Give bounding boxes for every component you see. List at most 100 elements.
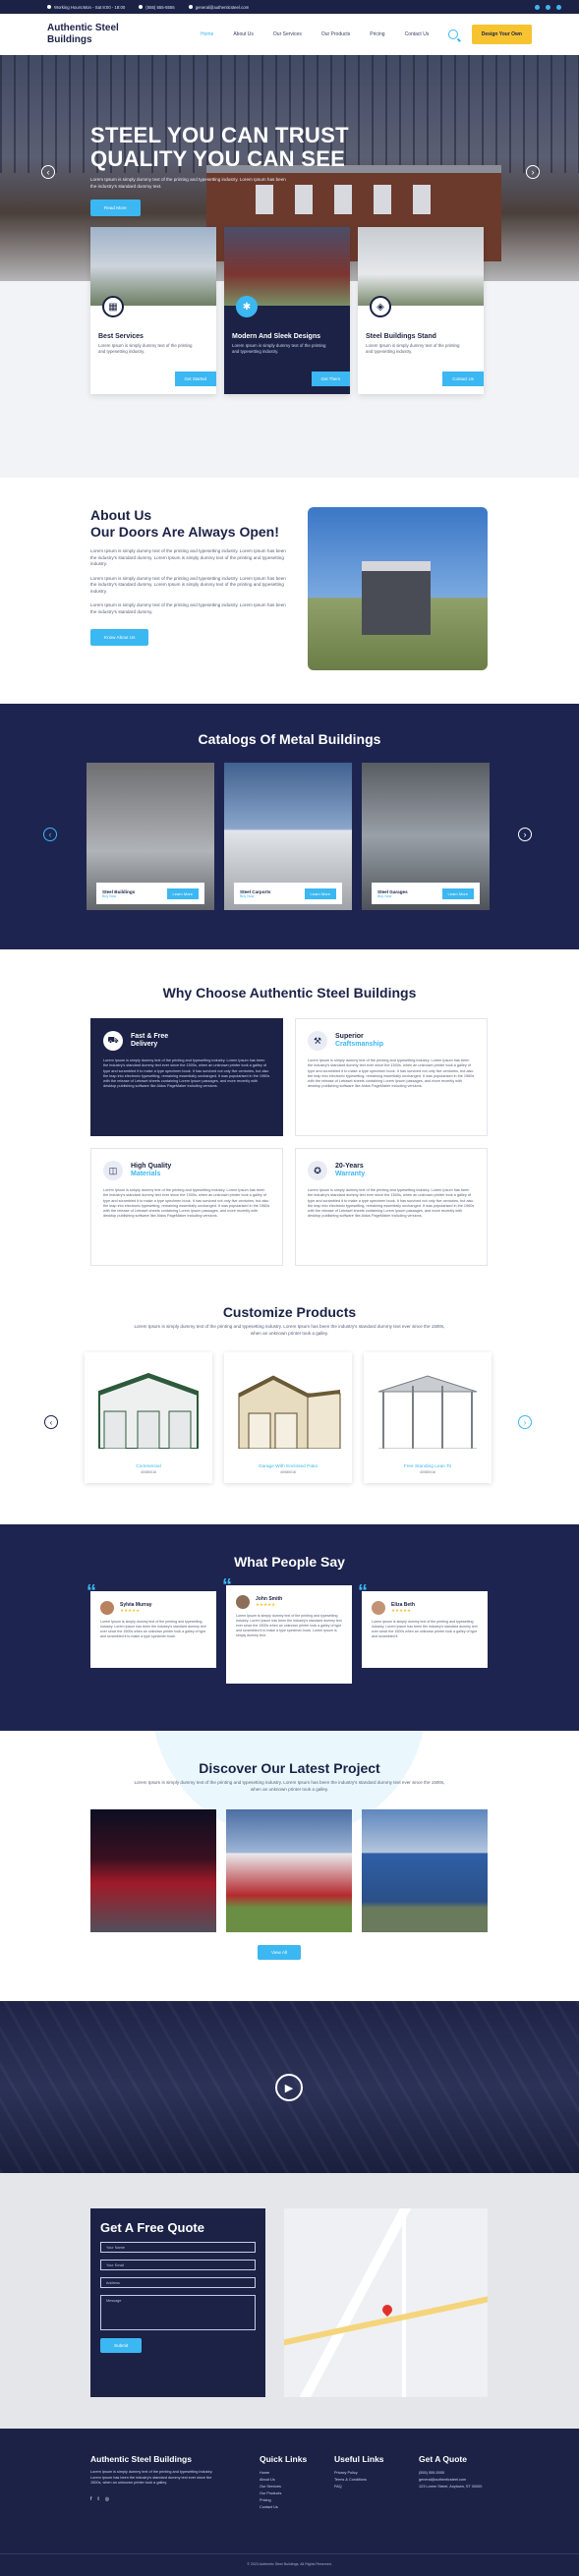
design-your-own-button[interactable]: Design Your Own — [471, 25, 532, 44]
why-card-text: Lorem Ipsum is simply dummy text of the … — [103, 1059, 270, 1089]
nav-pricing[interactable]: Pricing — [370, 31, 384, 37]
catalog-label: Steel Garages Buy Now Learn More — [372, 883, 480, 904]
service-image — [358, 227, 484, 306]
avatar — [372, 1601, 385, 1615]
facebook-icon[interactable]: f — [90, 2496, 91, 2502]
project-image[interactable] — [90, 1809, 216, 1932]
message-field[interactable]: Message — [100, 2295, 256, 2330]
view-all-button[interactable]: View All — [258, 1945, 302, 1960]
footer-link[interactable]: Our Services — [260, 2484, 307, 2490]
phone-item[interactable]: (555) 555-5555 — [139, 5, 175, 10]
service-card: ▦ Best Services Lorem Ipsum is simply du… — [90, 227, 216, 394]
product-card[interactable]: Garage With Enclosed Patio 40X80X16 — [224, 1352, 352, 1483]
why-card-title: Superior — [335, 1033, 364, 1040]
know-about-us-button[interactable]: Know About Us — [90, 629, 149, 646]
map-pin-icon — [379, 2302, 395, 2318]
get-them-button[interactable]: Get Them — [311, 372, 350, 386]
get-started-button[interactable]: Get Started — [174, 372, 216, 386]
location-map[interactable] — [284, 2208, 488, 2397]
quote-icon: “ — [87, 1581, 96, 1603]
testimonial-meta: John Smith ★★★★★ — [256, 1596, 282, 1608]
footer-quote-col: Get A Quote (555) 555-5555 general@authe… — [419, 2454, 492, 2490]
hero-next-arrow-icon[interactable]: › — [526, 165, 540, 179]
footer-phone[interactable]: (555) 555-5555 — [419, 2470, 492, 2477]
catalog-label: Steel Carports Buy Now Learn More — [234, 883, 342, 904]
hero-read-more-button[interactable]: Read More — [90, 200, 141, 216]
footer-link[interactable]: Pricing — [260, 2497, 307, 2504]
submit-button[interactable]: Submit — [100, 2338, 143, 2353]
products-prev-arrow-icon[interactable]: ‹ — [44, 1415, 58, 1429]
map-road — [402, 2208, 406, 2397]
footer-quick-list: Home About Us Our Services Our Products … — [260, 2470, 307, 2511]
play-icon[interactable]: ▶ — [275, 2074, 303, 2101]
catalog-label-text: Steel Buildings Buy Now — [102, 889, 135, 898]
learn-more-button[interactable]: Learn More — [304, 887, 336, 899]
catalog-card[interactable]: Steel Buildings Buy Now Learn More — [87, 763, 214, 910]
footer-link[interactable]: About Us — [260, 2477, 307, 2484]
hours-item: Working Hours:Mon - Sat 8:00 - 18:00 — [47, 5, 125, 10]
instagram-icon[interactable] — [556, 4, 561, 10]
contact-us-button[interactable]: Contact Us — [442, 372, 484, 386]
catalog-card[interactable]: Steel Garages Buy Now Learn More — [362, 763, 490, 910]
video-section: ▶ — [0, 2001, 579, 2173]
footer-link[interactable]: Our Products — [260, 2490, 307, 2497]
quote-form: Get A Free Quote Your Name Your Email Ad… — [90, 2208, 265, 2397]
buy-now-link[interactable]: Buy Now — [240, 894, 270, 898]
testimonial-card: “ John Smith ★★★★★ Lorem Ipsum is simply … — [222, 1575, 352, 1684]
email-field[interactable]: Your Email — [100, 2260, 256, 2270]
footer-link[interactable]: Privacy Policy — [334, 2470, 384, 2477]
footer-link[interactable]: Contact Us — [260, 2504, 307, 2511]
footer-link[interactable]: Home — [260, 2470, 307, 2477]
page: Working Hours:Mon - Sat 8:00 - 18:00 (55… — [0, 0, 579, 2576]
catalog-prev-arrow-icon[interactable]: ‹ — [43, 828, 57, 841]
about-heading-1: About Us — [90, 507, 152, 523]
catalog-label-text: Steel Garages Buy Now — [377, 889, 408, 898]
learn-more-button[interactable]: Learn More — [166, 887, 199, 899]
buy-now-link[interactable]: Buy Now — [102, 894, 135, 898]
products-next-arrow-icon[interactable]: › — [518, 1415, 532, 1429]
twitter-icon[interactable] — [546, 4, 550, 10]
products-title: Customize Products — [222, 1304, 357, 1320]
service-image — [90, 227, 216, 306]
nav-products[interactable]: Our Products — [321, 31, 350, 37]
buy-now-link[interactable]: Buy Now — [377, 894, 408, 898]
catalog-label-text: Steel Carports Buy Now — [240, 889, 270, 898]
project-image[interactable] — [362, 1809, 488, 1932]
nav-about[interactable]: About Us — [233, 31, 254, 37]
footer-contact-list: (555) 555-5555 general@authenticsteel.co… — [419, 2470, 492, 2490]
hero-prev-arrow-icon[interactable]: ‹ — [41, 165, 55, 179]
footer-email[interactable]: general@authenticsteel.com — [419, 2477, 492, 2484]
testimonial-card: “ Sylvia Murray ★★★★★ Lorem Ipsum is simp… — [87, 1581, 216, 1668]
footer-link[interactable]: FAQ — [334, 2484, 384, 2490]
site-logo[interactable]: Authentic Steel Buildings — [47, 23, 145, 46]
search-icon[interactable] — [447, 29, 458, 39]
name-field[interactable]: Your Name — [100, 2242, 256, 2253]
footer-link[interactable]: Terms & Conditions — [334, 2477, 384, 2484]
why-card-head: ◫ High Quality Materials — [103, 1161, 270, 1180]
email-item[interactable]: general@authenticsteel.com — [188, 5, 249, 10]
testimonial-text: Lorem Ipsum is simply dummy text of the … — [236, 1614, 342, 1637]
products-section: Customize Products Lorem Ipsum is simply… — [0, 1298, 579, 1524]
facebook-icon[interactable] — [535, 4, 540, 10]
service-text: Lorem Ipsum is simply dummy text of the … — [366, 343, 460, 354]
catalog-card[interactable]: Steel Carports Buy Now Learn More — [224, 763, 352, 910]
top-social — [535, 4, 561, 10]
hours-text: Working Hours:Mon - Sat 8:00 - 18:00 — [54, 4, 126, 10]
nav-services[interactable]: Our Services — [273, 31, 302, 37]
commercial-building-icon — [98, 1372, 199, 1449]
learn-more-button[interactable]: Learn More — [441, 887, 474, 899]
copyright: © 2023 Authentic Steel Buildings. All Ri… — [0, 2553, 579, 2566]
twitter-icon[interactable]: t — [97, 2496, 98, 2502]
star-rating-icon: ★★★★★ — [391, 1608, 412, 1613]
instagram-icon[interactable]: ◎ — [105, 2496, 109, 2502]
catalog-next-arrow-icon[interactable]: › — [518, 828, 532, 841]
nav-home[interactable]: Home — [201, 31, 213, 37]
about-image — [308, 507, 488, 670]
product-card[interactable]: Free Standing Lean To 40X80X16 — [364, 1352, 492, 1483]
project-image[interactable] — [226, 1809, 352, 1932]
footer-brand: Authentic Steel Buildings — [90, 2454, 192, 2464]
product-card[interactable]: Commercial 40X80X16 — [85, 1352, 212, 1483]
product-size: 40X80X16 — [420, 1470, 435, 1474]
address-field[interactable]: Address — [100, 2277, 256, 2288]
nav-contact[interactable]: Contact Us — [405, 31, 430, 37]
